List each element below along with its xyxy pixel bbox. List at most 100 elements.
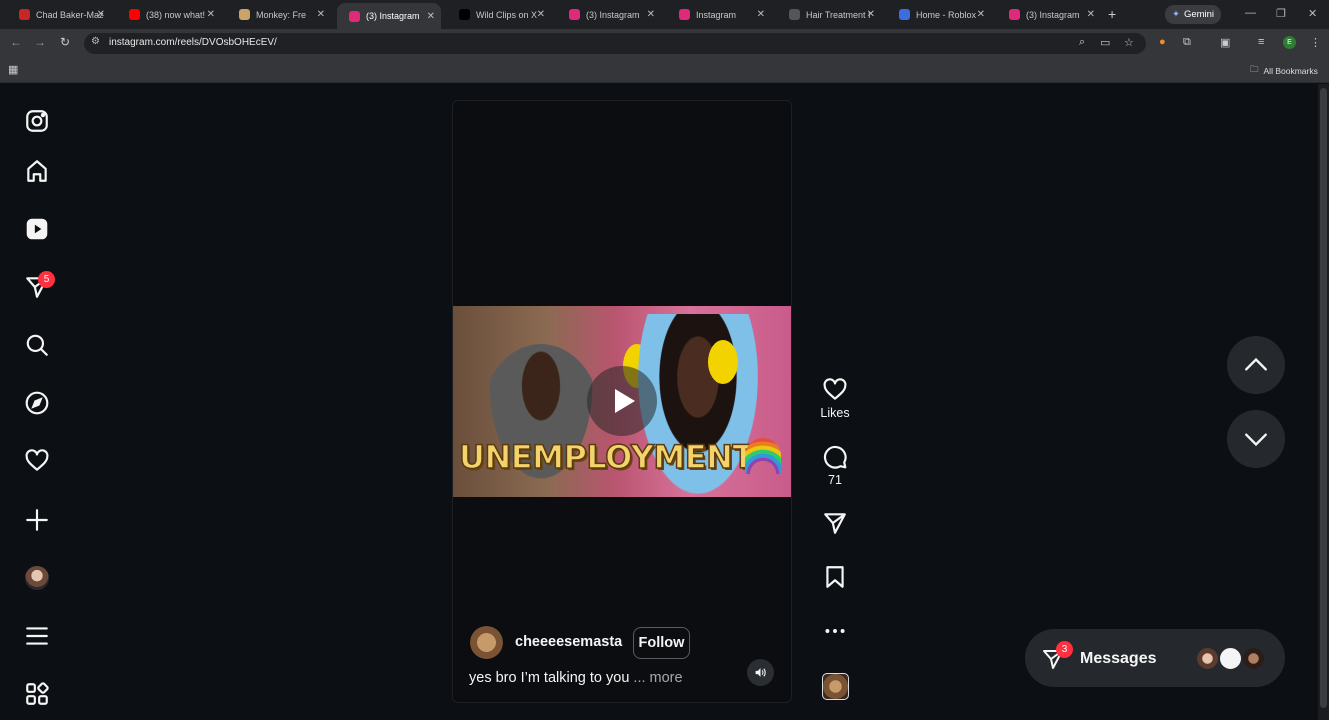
ellipsis-icon [825, 629, 845, 633]
tab-close-icon[interactable]: ✕ [427, 11, 435, 22]
browser-tab[interactable]: (3) Instagram ✕ [337, 3, 441, 29]
comment-action[interactable]: 71 [820, 444, 850, 487]
minimize-icon[interactable]: — [1245, 7, 1256, 19]
message-avatar [1195, 646, 1220, 671]
author-avatar[interactable] [470, 626, 503, 659]
browser-tab[interactable]: Chad Baker-Maz ✕ [7, 3, 111, 26]
tab-favicon-icon [899, 9, 910, 20]
messages-notification-badge: 5 [38, 271, 55, 288]
tab-close-icon[interactable]: ✕ [1087, 9, 1095, 20]
gemini-icon: ✦ [1171, 9, 1180, 20]
share-icon [824, 513, 846, 534]
author-username[interactable]: cheeeesemasta [515, 634, 622, 650]
search-icon[interactable] [23, 331, 51, 359]
tab-close-icon[interactable]: ✕ [537, 9, 545, 20]
share-action[interactable] [820, 510, 850, 536]
cast-icon[interactable]: ▭ [1100, 36, 1110, 49]
tab-favicon-icon [789, 9, 800, 20]
menu-kebab-icon[interactable]: ⋮ [1310, 36, 1321, 49]
reel-video[interactable]: UNEMPLOYMENT [453, 306, 791, 497]
speaker-icon [755, 668, 766, 677]
tab-close-icon[interactable]: ✕ [867, 9, 875, 20]
side-panel-icon[interactable]: ▣ [1220, 36, 1230, 49]
tab-close-icon[interactable]: ✕ [647, 9, 655, 20]
notifications-heart-icon[interactable] [23, 447, 51, 475]
gemini-button[interactable]: ✦ Gemini [1165, 5, 1221, 24]
likes-label: Likes [820, 406, 850, 420]
tab-close-icon[interactable]: ✕ [97, 9, 105, 20]
folder-icon: 🗀 [1250, 64, 1259, 74]
reel-player[interactable]: UNEMPLOYMENT cheeeesemasta Follow yes br… [452, 100, 792, 703]
apps-grid-icon[interactable]: ▦ [8, 63, 18, 76]
new-tab-button[interactable]: + [1108, 6, 1116, 22]
messages-button[interactable]: 3 Messages [1025, 629, 1285, 687]
browser-toolbar: ← → ↻ ⚙ instagram.com/reels/DVOsbOHEcEV/… [0, 29, 1329, 57]
caption-more-link[interactable]: ... more [633, 670, 682, 686]
browser-tab[interactable]: Instagram ✕ [667, 3, 771, 26]
tab-close-icon[interactable]: ✕ [757, 9, 765, 20]
back-icon[interactable]: ← [10, 35, 22, 49]
tab-close-icon[interactable]: ✕ [977, 9, 985, 20]
gemini-label: Gemini [1183, 9, 1215, 20]
previous-reel-button[interactable] [1227, 336, 1285, 394]
browser-tab[interactable]: (3) Instagram ✕ [557, 3, 661, 26]
tab-favicon-icon [349, 10, 360, 22]
extensions-puzzle-icon[interactable]: ⧉ [1183, 36, 1191, 49]
profile-avatar[interactable]: E [1283, 36, 1296, 49]
comment-icon [823, 445, 847, 469]
home-icon[interactable] [23, 157, 51, 185]
video-earmuff-right [708, 340, 738, 384]
tab-favicon-icon [679, 9, 690, 20]
explore-icon[interactable] [23, 389, 51, 417]
message-avatar [1218, 646, 1243, 671]
sound-toggle-button[interactable] [747, 659, 774, 686]
reel-caption: yes bro I’m talking to you ... more [469, 670, 683, 686]
browser-tab[interactable]: Home - Roblox ✕ [887, 3, 991, 26]
profile-avatar-sidebar[interactable] [25, 566, 49, 590]
tab-favicon-icon [459, 9, 470, 20]
caption-text: yes bro I’m talking to you [469, 670, 630, 686]
extension-icon[interactable]: ● [1159, 36, 1166, 48]
browser-tab[interactable]: Wild Clips on X ✕ [447, 3, 551, 26]
browser-tab[interactable]: (3) Instagram ✕ [997, 3, 1101, 26]
more-options-action[interactable] [820, 618, 850, 644]
zoom-icon[interactable]: ⌕ [1079, 36, 1085, 49]
page-scrollbar[interactable] [1318, 84, 1329, 720]
more-menu-icon[interactable] [23, 622, 51, 650]
tab-favicon-icon [239, 9, 250, 20]
save-action[interactable] [820, 564, 850, 590]
browser-tab-bar: + ✦ Gemini — ❐ ✕ Chad Baker-Maz ✕ (38) now… [0, 0, 1329, 29]
also-from-meta-icon[interactable] [23, 680, 51, 708]
forward-icon[interactable]: → [34, 35, 46, 49]
tab-close-icon[interactable]: ✕ [207, 9, 215, 20]
tab-favicon-icon [1009, 9, 1020, 20]
follow-button[interactable]: Follow [633, 627, 690, 659]
browser-tab[interactable]: (38) now what! ✕ [117, 3, 221, 26]
address-bar[interactable]: ⚙ instagram.com/reels/DVOsbOHEcEV/ ⌕ ▭ ☆ [84, 33, 1146, 54]
message-avatar [1241, 646, 1266, 671]
all-bookmarks-button[interactable]: 🗀 All Bookmarks [1250, 64, 1318, 78]
chevron-up-icon [1245, 357, 1267, 371]
reload-icon[interactable]: ↻ [60, 35, 70, 49]
tab-close-icon[interactable]: ✕ [317, 9, 325, 20]
original-audio-thumbnail[interactable] [822, 673, 849, 700]
reels-icon[interactable] [23, 215, 51, 243]
like-action[interactable]: Likes [820, 377, 850, 420]
bookmark-icon [826, 566, 844, 588]
bookmark-star-icon[interactable]: ☆ [1124, 36, 1134, 49]
bookmarks-bar: ▦ 🗀 All Bookmarks [0, 57, 1329, 83]
browser-tab[interactable]: Monkey: Fre ✕ [227, 3, 331, 26]
create-plus-icon[interactable] [23, 506, 51, 534]
comments-count: 71 [828, 473, 842, 487]
media-icon[interactable]: ≡ [1258, 36, 1264, 48]
next-reel-button[interactable] [1227, 410, 1285, 468]
close-window-icon[interactable]: ✕ [1308, 7, 1317, 20]
site-info-icon[interactable]: ⚙ [91, 36, 100, 47]
scrollbar-thumb[interactable] [1320, 88, 1327, 708]
browser-tab[interactable]: Hair Treatment I ✕ [777, 3, 881, 26]
url-text: instagram.com/reels/DVOsbOHEcEV/ [109, 37, 277, 48]
restore-icon[interactable]: ❐ [1276, 7, 1286, 20]
instagram-logo-icon[interactable] [23, 107, 51, 135]
play-button[interactable] [587, 366, 657, 436]
messages-pill-badge: 3 [1056, 641, 1073, 658]
